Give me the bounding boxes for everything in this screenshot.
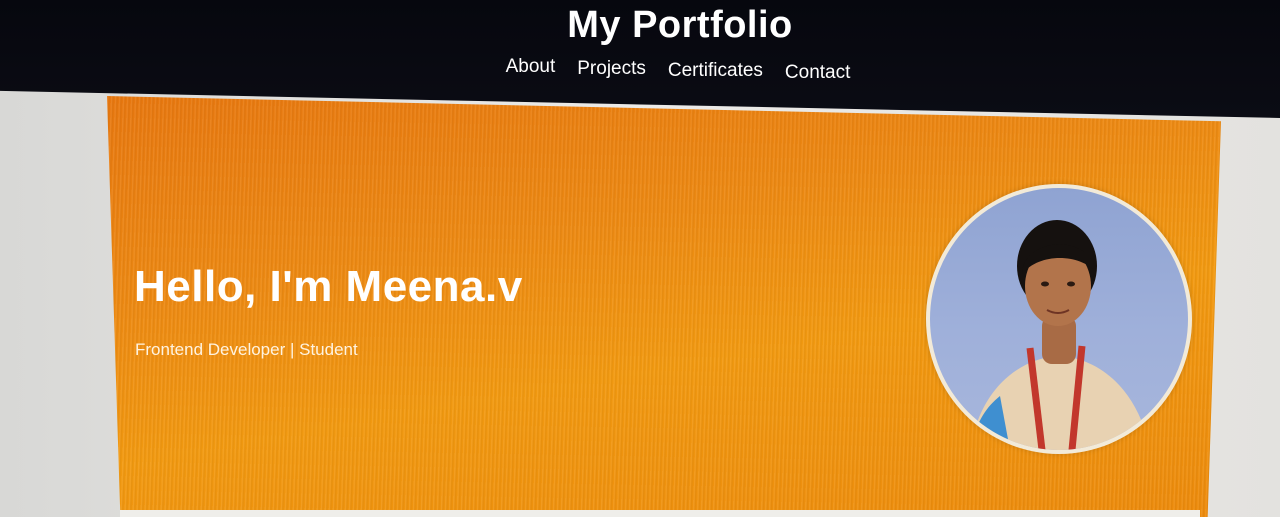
- nav-contact[interactable]: Contact: [785, 62, 850, 84]
- nav-certificates[interactable]: Certificates: [668, 60, 763, 82]
- nav-projects[interactable]: Projects: [577, 58, 646, 80]
- content-divider: [120, 510, 1200, 517]
- hero-title: Hello, I'm Meena.v: [134, 262, 523, 311]
- profile-photo-illustration: [970, 220, 1150, 450]
- hero-subtitle: Frontend Developer | Student: [135, 340, 358, 359]
- main-nav: About Projects Certificates Contact: [38, 56, 1280, 83]
- page: My Portfolio About Projects Certificates…: [0, 0, 1280, 517]
- site-title: My Portfolio: [567, 4, 793, 46]
- profile-photo: [926, 184, 1192, 454]
- nav-about[interactable]: About: [506, 56, 556, 78]
